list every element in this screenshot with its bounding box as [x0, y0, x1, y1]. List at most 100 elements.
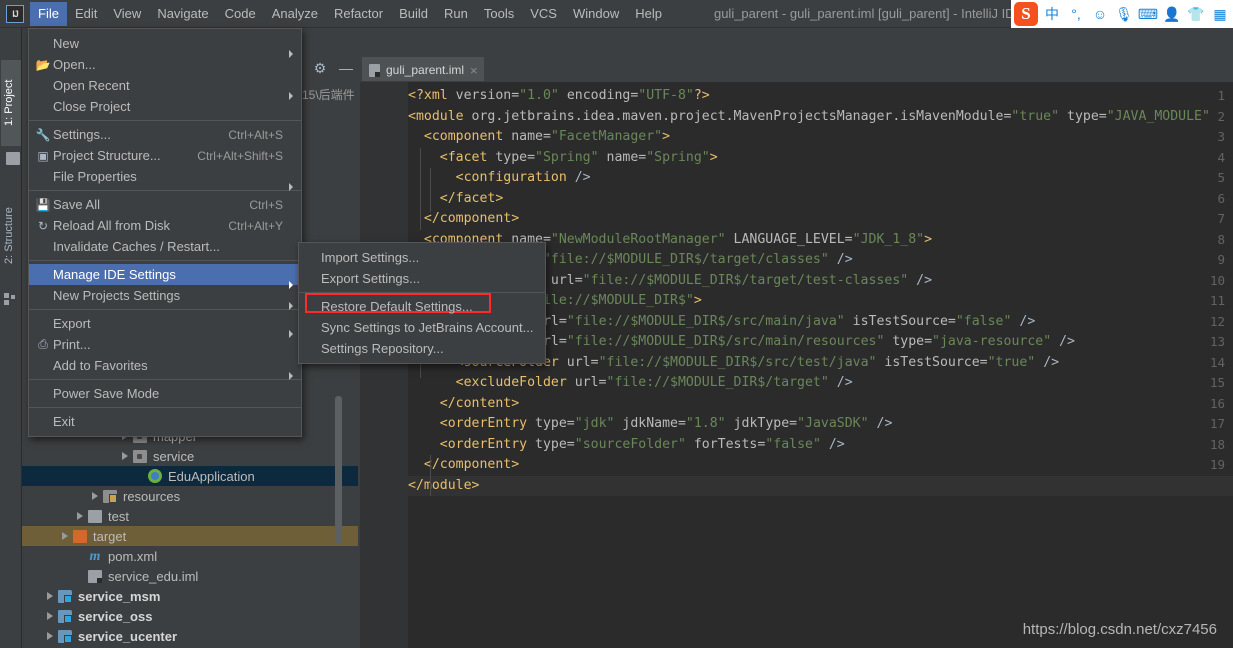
- menubar-item-build[interactable]: Build: [391, 2, 436, 26]
- code-line[interactable]: <?xml version="1.0" encoding="UTF-8"?>: [408, 86, 1233, 107]
- code-line[interactable]: <excludeFolder url="file://$MODULE_DIR$/…: [408, 373, 1233, 394]
- tree-node-service-msm[interactable]: service_msm: [22, 586, 358, 606]
- tree-node-pom-xml[interactable]: mpom.xml: [22, 546, 358, 566]
- menubar-item-label: Refactor: [334, 6, 383, 21]
- ime-skin-icon[interactable]: 👕: [1186, 4, 1206, 24]
- code-line[interactable]: <orderEntry type="sourceFolder" forTests…: [408, 435, 1233, 456]
- chevron-right-icon[interactable]: [75, 511, 86, 522]
- tree-node-eduapplication[interactable]: EduApplication: [22, 466, 358, 486]
- file-menu-item-reload-all-from-disk[interactable]: ↻Reload All from DiskCtrl+Alt+Y: [29, 215, 301, 236]
- code-line[interactable]: </facet>: [408, 189, 1233, 210]
- hide-panel-icon[interactable]: —: [338, 60, 354, 76]
- menubar-item-file[interactable]: File: [30, 2, 67, 26]
- tree-node-test[interactable]: test: [22, 506, 358, 526]
- submenu-item-import-settings[interactable]: Import Settings...: [299, 247, 545, 268]
- file-menu-item-new-projects-settings[interactable]: New Projects Settings: [29, 285, 301, 306]
- ime-user-icon[interactable]: 👤: [1162, 4, 1182, 24]
- code-token: url=: [575, 375, 607, 390]
- code-token: />: [821, 437, 845, 452]
- chevron-right-icon[interactable]: [90, 491, 101, 502]
- file-menu-popup[interactable]: New📂Open...Open RecentClose Project 🔧Sett…: [28, 28, 302, 437]
- file-menu-item-open-recent[interactable]: Open Recent: [29, 75, 301, 96]
- code-editor[interactable]: 1234567891011121314151617181920 <?xml ve…: [360, 82, 1233, 648]
- tree-node-target[interactable]: target: [22, 526, 358, 546]
- code-line[interactable]: <module org.jetbrains.idea.maven.project…: [408, 107, 1233, 128]
- code-line[interactable]: <facet type="Spring" name="Spring">: [408, 148, 1233, 169]
- code-token: "false": [765, 437, 821, 452]
- code-token: type=: [495, 150, 535, 165]
- menubar-item-vcs[interactable]: VCS: [522, 2, 565, 26]
- file-menu-item-print[interactable]: ⎙Print...: [29, 334, 301, 355]
- code-token: "jdk": [575, 416, 615, 431]
- tree-node-resources[interactable]: resources: [22, 486, 358, 506]
- project-tree-scrollbar[interactable]: [335, 396, 342, 544]
- tree-node-service-edu-iml[interactable]: service_edu.iml: [22, 566, 358, 586]
- menubar-item-view[interactable]: View: [105, 2, 149, 26]
- sidebar-item-structure[interactable]: 2: Structure: [1, 186, 21, 286]
- sidebar-item-project[interactable]: 1: Project: [1, 60, 21, 146]
- editor-code-content[interactable]: <?xml version="1.0" encoding="UTF-8"?><m…: [408, 82, 1233, 648]
- chevron-right-icon[interactable]: [45, 631, 56, 642]
- chevron-right-icon[interactable]: [120, 451, 131, 462]
- menu-separator: [29, 120, 301, 121]
- tree-node-service[interactable]: service: [22, 446, 358, 466]
- file-menu-item-exit[interactable]: Exit: [29, 411, 301, 432]
- chevron-right-icon[interactable]: [45, 611, 56, 622]
- code-line[interactable]: <configuration />: [408, 168, 1233, 189]
- submenu-item-label: Export Settings...: [321, 271, 539, 286]
- menubar-item-window[interactable]: Window: [565, 2, 627, 26]
- file-menu-item-project-structure[interactable]: ▣Project Structure...Ctrl+Alt+Shift+S: [29, 145, 301, 166]
- code-token: "file://$MODULE_DIR$/src/main/resources": [567, 334, 885, 349]
- ime-toolbox-icon[interactable]: ▦: [1210, 4, 1230, 24]
- code-line[interactable]: </content>: [408, 394, 1233, 415]
- menubar-item-help[interactable]: Help: [627, 2, 670, 26]
- submenu-item-export-settings[interactable]: Export Settings...: [299, 268, 545, 289]
- menubar-item-edit[interactable]: Edit: [67, 2, 105, 26]
- tree-node-service-ucenter[interactable]: service_ucenter: [22, 626, 358, 646]
- submenu-item-sync-settings-to-jetbrains-account[interactable]: Sync Settings to JetBrains Account...: [299, 317, 545, 338]
- gear-icon[interactable]: ⚙: [312, 60, 328, 76]
- menubar-item-refactor[interactable]: Refactor: [326, 2, 391, 26]
- code-token: ?>: [694, 88, 710, 103]
- code-line[interactable]: <component name="FacetManager">: [408, 127, 1233, 148]
- file-menu-item-settings[interactable]: 🔧Settings...Ctrl+Alt+S: [29, 124, 301, 145]
- chevron-right-icon[interactable]: [45, 591, 56, 602]
- ime-punctuation-icon[interactable]: °,: [1066, 4, 1086, 24]
- file-menu-item-close-project[interactable]: Close Project: [29, 96, 301, 117]
- ime-soft-keyboard-icon[interactable]: ⌨: [1138, 4, 1158, 24]
- ime-emoji-icon[interactable]: ☺: [1090, 4, 1110, 24]
- file-menu-item-save-all[interactable]: 💾Save AllCtrl+S: [29, 194, 301, 215]
- editor-tab-guli-parent-iml[interactable]: guli_parent.iml ×: [362, 57, 484, 81]
- menubar-item-navigate[interactable]: Navigate: [149, 2, 216, 26]
- tree-node-service-oss[interactable]: service_oss: [22, 606, 358, 626]
- ime-chinese-mode-icon[interactable]: 中: [1042, 4, 1062, 24]
- chevron-right-icon[interactable]: [60, 531, 71, 542]
- sogou-ime-logo-icon[interactable]: S: [1014, 2, 1038, 26]
- close-icon[interactable]: ×: [470, 63, 478, 78]
- file-menu-item-power-save-mode[interactable]: Power Save Mode: [29, 383, 301, 404]
- code-line[interactable]: <orderEntry type="jdk" jdkName="1.8" jdk…: [408, 414, 1233, 435]
- menubar-item-tools[interactable]: Tools: [476, 2, 522, 26]
- code-token: />: [1051, 334, 1075, 349]
- file-menu-item-export[interactable]: Export: [29, 313, 301, 334]
- submenu-item-restore-default-settings[interactable]: Restore Default Settings...: [299, 296, 545, 317]
- file-menu-item-file-properties[interactable]: File Properties: [29, 166, 301, 187]
- menubar-item-run[interactable]: Run: [436, 2, 476, 26]
- code-line[interactable]: </component>: [408, 209, 1233, 230]
- code-line[interactable]: </component>: [408, 455, 1233, 476]
- file-menu-item-add-to-favorites[interactable]: Add to Favorites: [29, 355, 301, 376]
- menubar-item-analyze[interactable]: Analyze: [264, 2, 326, 26]
- file-menu-item-open[interactable]: 📂Open...: [29, 54, 301, 75]
- wrench-icon: 🔧: [33, 128, 53, 142]
- submenu-item-settings-repository[interactable]: Settings Repository...: [299, 338, 545, 359]
- code-token: isTestSource=: [845, 314, 956, 329]
- file-menu-item-new[interactable]: New: [29, 33, 301, 54]
- file-menu-item-invalidate-caches---restart[interactable]: Invalidate Caches / Restart...: [29, 236, 301, 257]
- tree-node-label: pom.xml: [108, 549, 157, 564]
- ime-voice-input-icon[interactable]: 🎙: [1114, 4, 1134, 24]
- manage-ide-settings-submenu-popup[interactable]: Import Settings... Export Settings... Rest…: [298, 242, 546, 364]
- print-icon: ⎙: [33, 337, 53, 352]
- menubar-item-code[interactable]: Code: [217, 2, 264, 26]
- code-line[interactable]: </module>: [408, 476, 1233, 497]
- file-menu-item-manage-ide-settings[interactable]: Manage IDE Settings: [29, 264, 301, 285]
